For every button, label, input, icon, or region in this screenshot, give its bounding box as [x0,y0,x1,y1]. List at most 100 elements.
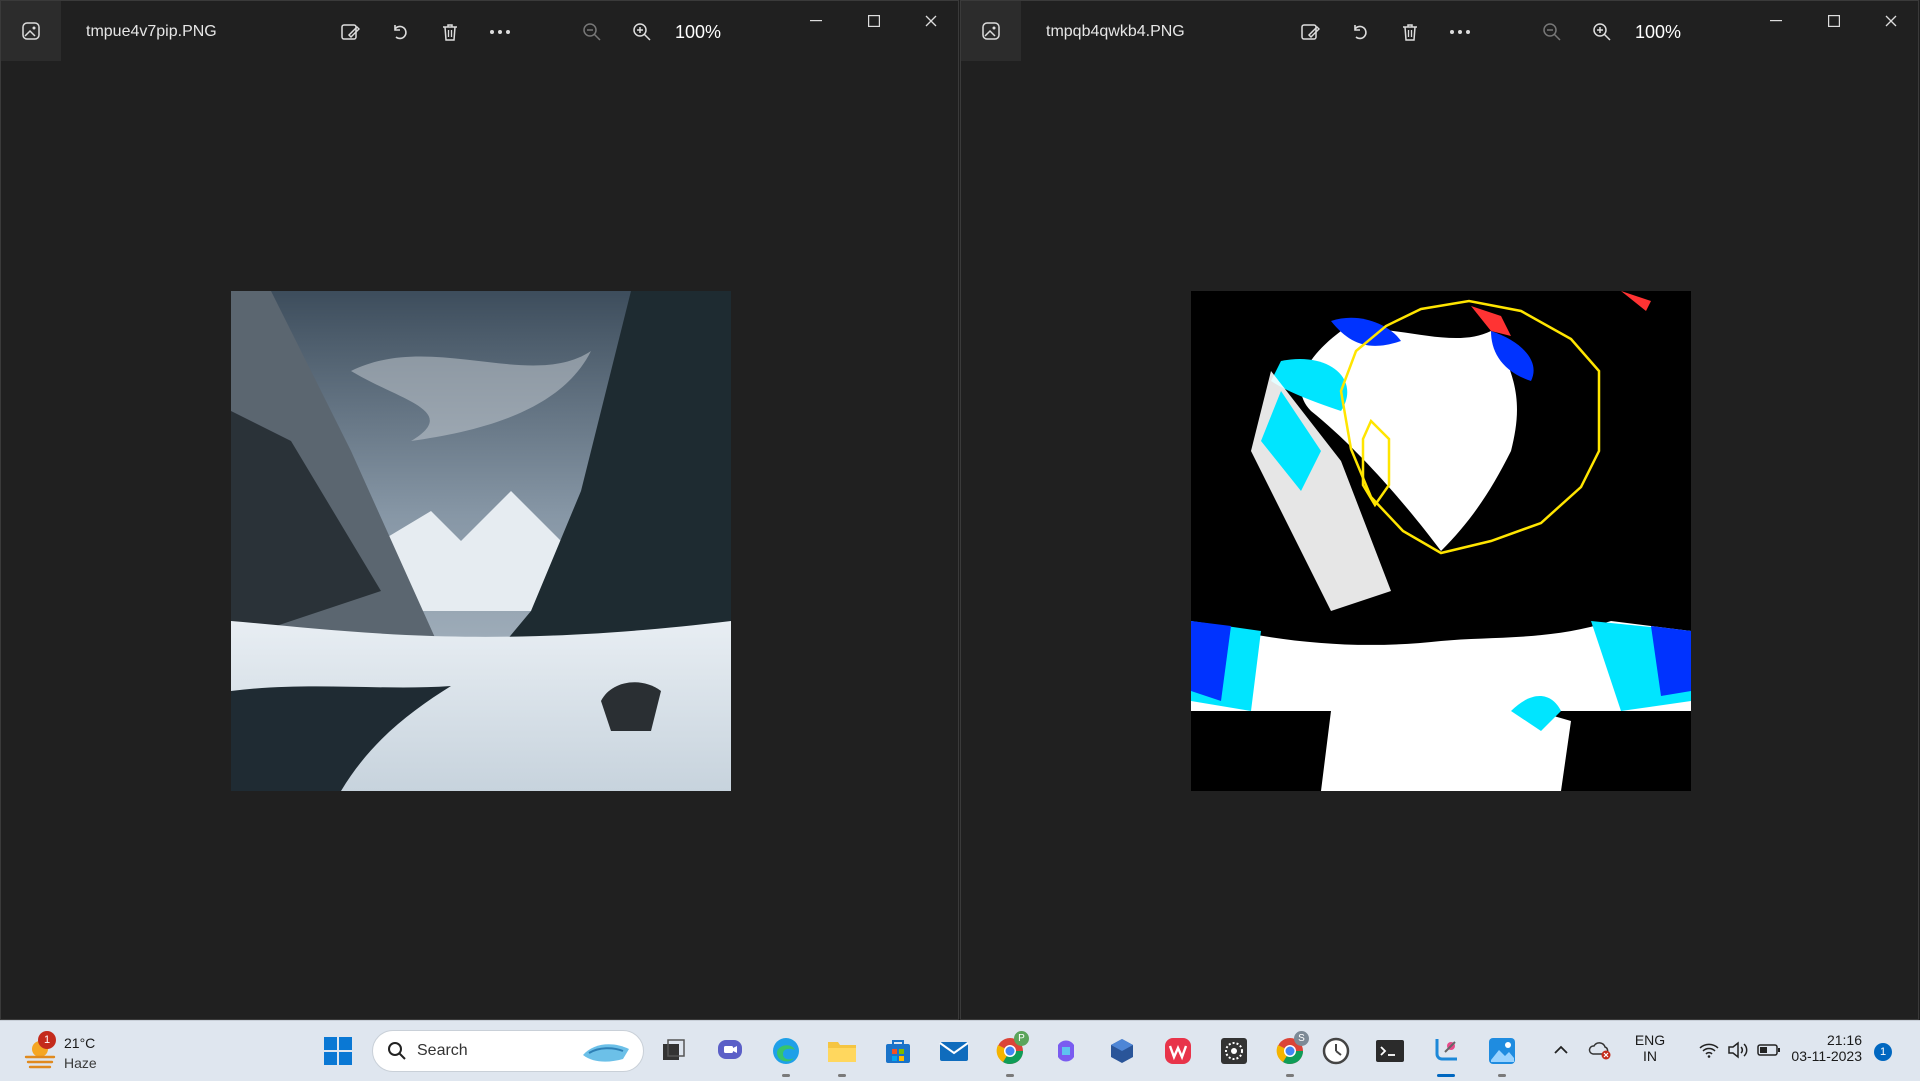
microsoft-store-button[interactable] [880,1033,916,1069]
rotate-icon [1354,25,1367,40]
volume-icon [1728,1041,1748,1059]
show-hidden-icons-button[interactable] [1543,1035,1579,1065]
edit-image-button[interactable] [335,17,365,47]
photos-window-right: tmpqb4qwkb4.PNG 100% [960,0,1919,1020]
edge-button[interactable] [768,1033,804,1077]
edit-icon [341,24,360,40]
winter-landscape-image [231,291,731,791]
maximize-icon [868,15,880,27]
more-options-button[interactable] [485,17,515,47]
maximize-button[interactable] [854,7,894,35]
minimize-button[interactable] [1756,7,1796,35]
image-preview[interactable] [231,291,731,791]
image-preview[interactable] [1191,291,1691,791]
chat-button[interactable] [712,1033,748,1069]
edit-icon [1301,24,1320,40]
mail-button[interactable] [936,1033,972,1069]
trash-icon [443,24,457,41]
cloud-error-icon [1588,1042,1611,1060]
task-view-button[interactable] [656,1033,692,1069]
clock-app-button[interactable] [1318,1033,1354,1069]
virtualbox-button[interactable] [1104,1033,1140,1069]
maximize-button[interactable] [1814,7,1854,35]
photos-window-left: tmpue4v7pip.PNG 100% [0,0,959,1020]
zoom-in-icon [633,23,651,41]
zoom-in-button[interactable] [1587,17,1617,47]
maximize-icon [1828,15,1840,27]
wps-office-button[interactable] [1160,1033,1196,1069]
rotate-button[interactable] [1345,17,1375,47]
edge-icon [773,1038,799,1064]
onedrive-status-button[interactable] [1582,1035,1618,1065]
snipping-tool-icon [1435,1039,1457,1061]
language-code: ENG [1634,1032,1666,1048]
clock[interactable]: 21:16 03-11-2023 [1772,1032,1862,1064]
task-view-icon [663,1039,685,1060]
zoom-level[interactable]: 100% [1635,22,1681,43]
delete-button[interactable] [435,17,465,47]
ellipsis-icon [490,30,510,34]
snipping-tool-button[interactable] [1428,1033,1464,1077]
start-button[interactable] [320,1033,356,1069]
trash-icon [1403,24,1417,41]
copilot-button[interactable] [1048,1033,1084,1069]
active-indicator [1437,1074,1455,1077]
close-button[interactable] [1871,7,1911,35]
minimize-button[interactable] [796,7,836,35]
weather-condition: Haze [64,1055,97,1071]
running-indicator [782,1074,790,1077]
title-bar[interactable]: tmpue4v7pip.PNG 100% [1,1,958,63]
copilot-icon [1058,1040,1074,1062]
close-button[interactable] [911,7,951,35]
running-indicator [838,1074,846,1077]
zoom-out-button[interactable] [577,17,607,47]
running-indicator [1498,1074,1506,1077]
store-icon [886,1040,910,1063]
photos-button[interactable] [1484,1033,1520,1077]
more-options-button[interactable] [1445,17,1475,47]
terminal-button[interactable] [1372,1033,1408,1069]
zoom-in-icon [1593,23,1611,41]
weather-widget[interactable]: 1 21°C Haze [22,1031,112,1073]
close-icon [1885,15,1897,27]
zoom-level[interactable]: 100% [675,22,721,43]
search-label: Search [417,1042,468,1059]
rotate-icon [394,25,407,40]
delete-button[interactable] [1395,17,1425,47]
clock-date: 03-11-2023 [1791,1048,1862,1064]
rotate-button[interactable] [385,17,415,47]
chrome-profile-s-button[interactable]: S [1272,1031,1309,1077]
zoom-in-button[interactable] [627,17,657,47]
edit-image-button[interactable] [1295,17,1325,47]
profile-badge: S [1294,1031,1309,1046]
title-bar[interactable]: tmpqb4qwkb4.PNG 100% [961,1,1918,63]
running-indicator [1286,1074,1294,1077]
zoom-out-icon [1543,23,1561,41]
language-indicator[interactable]: ENG IN [1628,1032,1672,1064]
search-highlight-icon [583,1044,629,1062]
zoom-out-button[interactable] [1537,17,1567,47]
posterized-image [1191,291,1691,791]
taskbar: 1 21°C Haze Search P S ENG IN 21:16 03-1… [0,1020,1920,1081]
file-name: tmpue4v7pip.PNG [86,23,217,40]
photos-app-icon[interactable] [1,1,61,61]
running-indicator [1006,1074,1014,1077]
wps-icon [1165,1038,1191,1064]
profile-badge: P [1014,1031,1029,1046]
clock-time: 21:16 [1826,1032,1862,1048]
taskbar-search-box[interactable]: Search [372,1030,644,1072]
photos-app-icon[interactable] [961,1,1021,61]
settings-app-button[interactable] [1216,1033,1252,1069]
notification-center-badge[interactable]: 1 [1874,1043,1892,1061]
language-region: IN [1643,1048,1657,1064]
chrome-profile-p-button[interactable]: P [992,1031,1029,1077]
file-name: tmpqb4qwkb4.PNG [1046,23,1185,40]
file-explorer-button[interactable] [824,1033,860,1077]
settings-app-icon [1221,1038,1247,1064]
chevron-up-icon [1554,1045,1568,1054]
file-explorer-icon [828,1042,856,1062]
wifi-icon [1699,1043,1719,1058]
close-icon [925,15,937,27]
weather-temperature: 21°C [64,1035,96,1051]
start-icon [324,1037,352,1065]
